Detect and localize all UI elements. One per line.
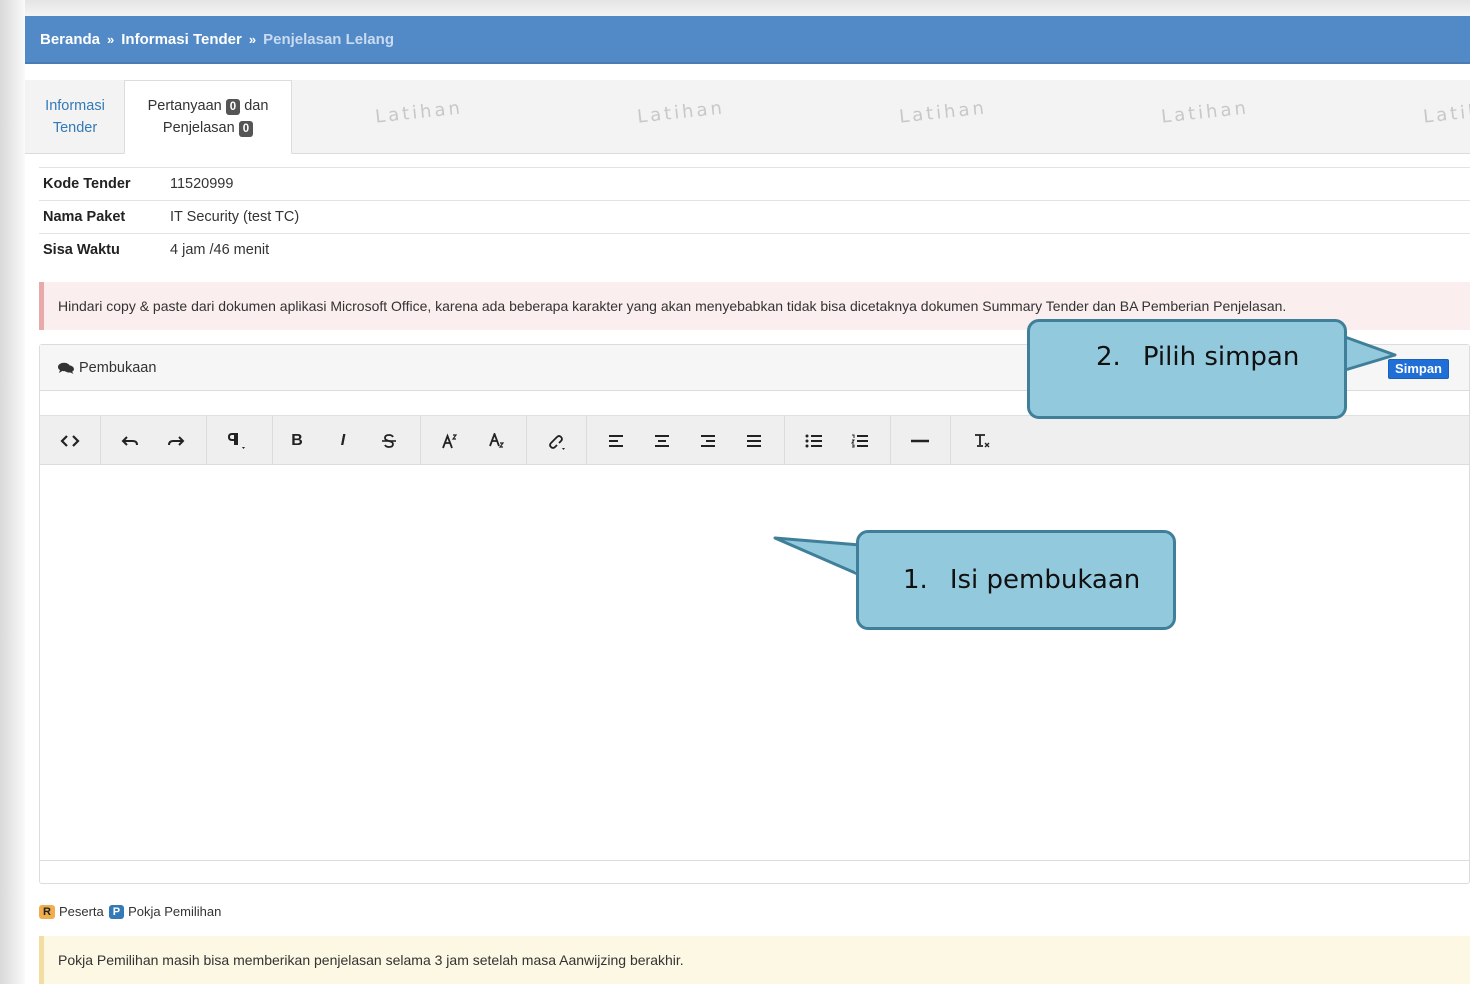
tab-informasi-tender[interactable]: Informasi Tender [33, 80, 117, 154]
italic-icon[interactable]: I [323, 416, 363, 466]
window-frame-left [0, 0, 25, 984]
info-label: Nama Paket [43, 209, 126, 225]
editor-toolbar: B I [40, 415, 1469, 466]
pokja-info-alert: Pokja Pemilihan masih bisa memberikan pe… [39, 936, 1470, 984]
toolbar-separator [100, 416, 101, 466]
info-value: IT Security (test TC) [170, 209, 300, 225]
callout-pilih-simpan: 2. Pilih simpan [1027, 319, 1347, 419]
toolbar-separator [586, 416, 587, 466]
breadcrumb-home[interactable]: Beranda [40, 31, 100, 48]
breadcrumb-separator: » [248, 31, 257, 47]
tender-info-table: Kode Tender 11520999 Nama Paket IT Secur… [39, 167, 1470, 266]
toolbar-separator [526, 416, 527, 466]
callout-isi-pembukaan: 1. Isi pembukaan [856, 530, 1176, 630]
penjelasan-count-badge: 0 [238, 121, 254, 137]
peserta-badge: R [39, 904, 55, 919]
tab-bar: Informasi Tender Pertanyaan 0 dan Penjel… [25, 80, 1470, 154]
breadcrumb-info-tender[interactable]: Informasi Tender [121, 31, 242, 48]
ordered-list-icon[interactable] [840, 416, 880, 466]
panel-title: Pembukaan [79, 359, 157, 376]
pembukaan-editor[interactable] [40, 465, 1469, 861]
callout-text: Isi pembukaan [949, 565, 1141, 595]
tab-penjelasan-label: Penjelasan [162, 120, 235, 136]
toolbar-separator [784, 416, 785, 466]
tab-pertanyaan-penjelasan[interactable]: Pertanyaan 0 dan Penjelasan 0 [124, 80, 292, 154]
tab-pertanyaan-line2: Penjelasan 0 [162, 117, 254, 139]
toolbar-separator [206, 416, 207, 466]
save-button[interactable]: Simpan [1388, 359, 1449, 379]
info-row-sisa: Sisa Waktu 4 jam /46 menit [39, 233, 1470, 266]
page: Beranda » Informasi Tender » Penjelasan … [25, 16, 1470, 984]
superscript-icon[interactable] [430, 416, 470, 466]
role-legend: R Peserta P Pokja Pemilihan [39, 904, 221, 919]
bold-icon[interactable]: B [277, 416, 317, 466]
undo-icon[interactable] [110, 416, 150, 466]
toolbar-separator [420, 416, 421, 466]
toolbar-separator [950, 416, 951, 466]
horizontal-rule-icon[interactable] [900, 416, 940, 466]
align-center-icon[interactable] [642, 416, 682, 466]
pertanyaan-count-badge: 0 [225, 99, 241, 115]
redo-icon[interactable] [156, 416, 196, 466]
info-label: Kode Tender [43, 176, 131, 192]
info-label: Sisa Waktu [43, 242, 120, 258]
unordered-list-icon[interactable] [794, 416, 834, 466]
link-icon[interactable] [536, 416, 576, 466]
pokja-badge: P [108, 904, 125, 919]
peserta-label: Peserta [58, 904, 104, 919]
clear-format-icon[interactable] [962, 416, 1002, 466]
pokja-info-text: Pokja Pemilihan masih bisa memberikan pe… [58, 952, 684, 968]
paragraph-style-icon[interactable] [217, 416, 257, 466]
window-frame-top [0, 0, 1470, 16]
subscript-icon[interactable] [477, 416, 517, 466]
info-row-nama: Nama Paket IT Security (test TC) [39, 200, 1470, 233]
breadcrumb: Beranda » Informasi Tender » Penjelasan … [25, 16, 1470, 64]
align-left-icon[interactable] [596, 416, 636, 466]
tab-pertanyaan-label: Pertanyaan [147, 98, 222, 114]
callout-number: 1. [903, 565, 928, 595]
info-value: 4 jam /46 menit [170, 242, 270, 258]
toolbar-separator [890, 416, 891, 466]
toolbar-separator [272, 416, 273, 466]
info-value: 11520999 [170, 176, 234, 192]
code-view-icon[interactable] [50, 416, 90, 466]
tab-informasi-tender-line1: Informasi [45, 98, 105, 114]
pembukaan-panel: Pembukaan Simpan B I [39, 344, 1470, 884]
tab-pertanyaan-line1: Pertanyaan 0 dan [147, 95, 269, 117]
strikethrough-icon[interactable] [369, 416, 409, 466]
pokja-label: Pokja Pemilihan [128, 904, 222, 919]
info-row-kode: Kode Tender 11520999 [39, 167, 1470, 200]
align-right-icon[interactable] [688, 416, 728, 466]
callout-number: 2. [1096, 342, 1121, 372]
tab-informasi-tender-line2: Tender [52, 120, 98, 136]
screenshot: Beranda » Informasi Tender » Penjelasan … [0, 0, 1470, 984]
comments-icon [58, 362, 74, 374]
align-justify-icon[interactable] [734, 416, 774, 466]
callout-text: Pilih simpan [1142, 342, 1300, 372]
breadcrumb-current: Penjelasan Lelang [263, 30, 394, 48]
tab-dan-label: dan [244, 98, 269, 114]
office-warning-text: Hindari copy & paste dari dokumen aplika… [58, 298, 1287, 314]
breadcrumb-separator: » [107, 31, 115, 47]
